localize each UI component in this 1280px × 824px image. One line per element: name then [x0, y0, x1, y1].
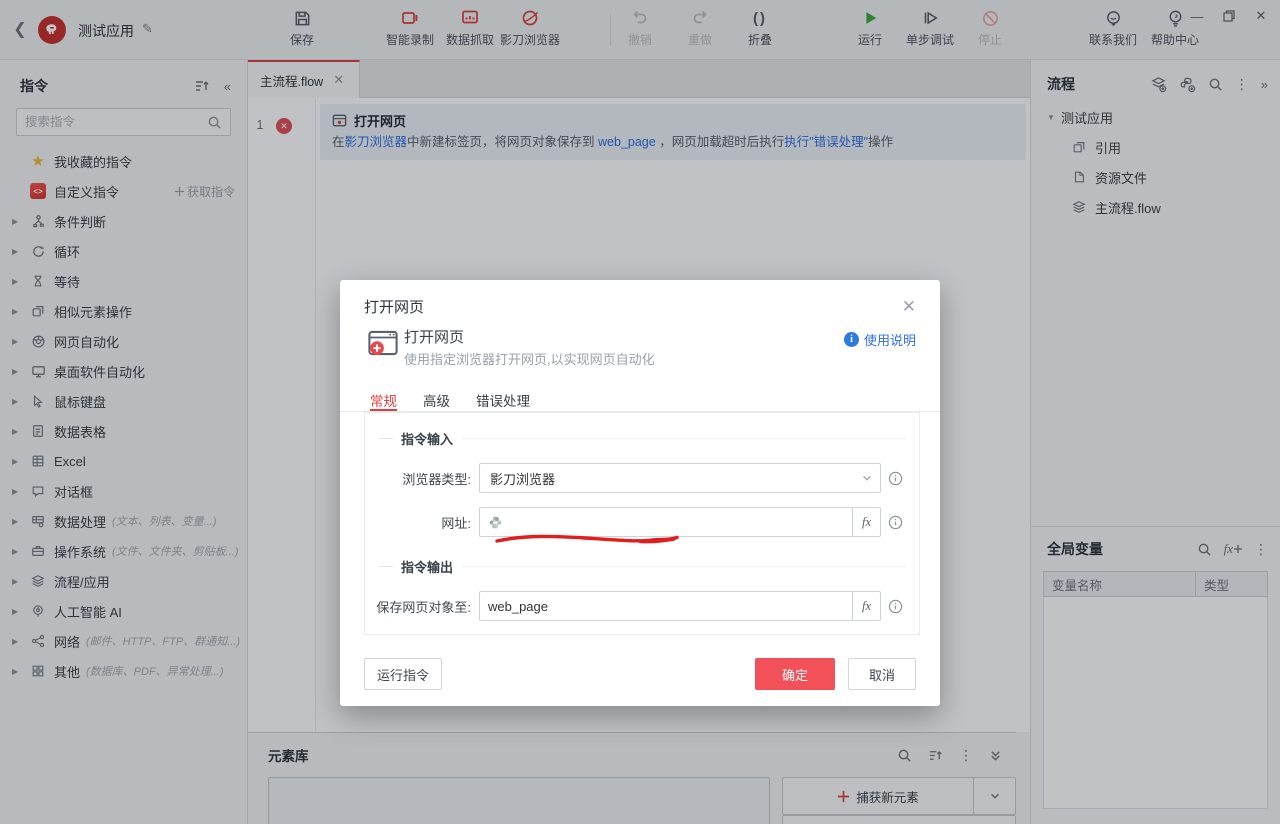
url-input[interactable] [480, 508, 852, 536]
python-icon [489, 516, 502, 529]
dialog-form: 指令输入 浏览器类型: 影刀浏览器 网址: fx 指令输出 保存网页对象至: w… [364, 412, 920, 635]
info-icon[interactable] [888, 599, 903, 614]
url-input-wrap: fx [479, 507, 881, 537]
dialog-title: 打开网页 [364, 299, 425, 316]
browser-type-label: 浏览器类型: [402, 471, 471, 487]
tab-advanced[interactable]: 高级 [423, 390, 450, 411]
save-to-label: 保存网页对象至: [376, 599, 471, 615]
chevron-down-icon [854, 472, 880, 484]
section-command-output: 指令输出 [401, 560, 454, 575]
section-command-input: 指令输入 [401, 432, 454, 447]
dialog-tabs: 常规 高级 错误处理 [340, 390, 940, 412]
fx-expression-button[interactable]: fx [852, 508, 880, 536]
usage-help-link[interactable]: i 使用说明 [843, 330, 916, 349]
dialog-command-description: 使用指定浏览器打开网页,以实现网页自动化 [404, 352, 655, 367]
dialog-footer: 运行指令 确定 取消 [364, 658, 916, 690]
tab-general[interactable]: 常规 [370, 390, 397, 411]
fx-expression-button[interactable]: fx [852, 592, 880, 620]
app-window: ❮ 测试应用 ✎ 保存 智能录制 数据抓取 影刀浏览器 撤销 重做 () 折叠 … [0, 0, 1280, 824]
info-icon[interactable] [888, 471, 903, 486]
confirm-button[interactable]: 确定 [755, 658, 835, 690]
open-webpage-command-icon [368, 330, 398, 356]
run-command-button[interactable]: 运行指令 [364, 658, 442, 690]
save-to-input-wrap: fx [479, 591, 881, 621]
browser-type-select[interactable]: 影刀浏览器 [479, 463, 881, 493]
cancel-button[interactable]: 取消 [848, 658, 916, 690]
info-icon[interactable] [888, 515, 903, 530]
info-icon: i [843, 332, 859, 347]
dialog-command-name: 打开网页 [404, 329, 465, 346]
tab-error-handling[interactable]: 错误处理 [476, 390, 530, 411]
save-webpage-object-input[interactable] [480, 592, 852, 620]
open-webpage-dialog: 打开网页 ✕ 打开网页 使用指定浏览器打开网页,以实现网页自动化 i 使用说明 … [340, 280, 940, 706]
url-label: 网址: [441, 515, 471, 531]
dialog-close-icon[interactable]: ✕ [902, 298, 916, 315]
